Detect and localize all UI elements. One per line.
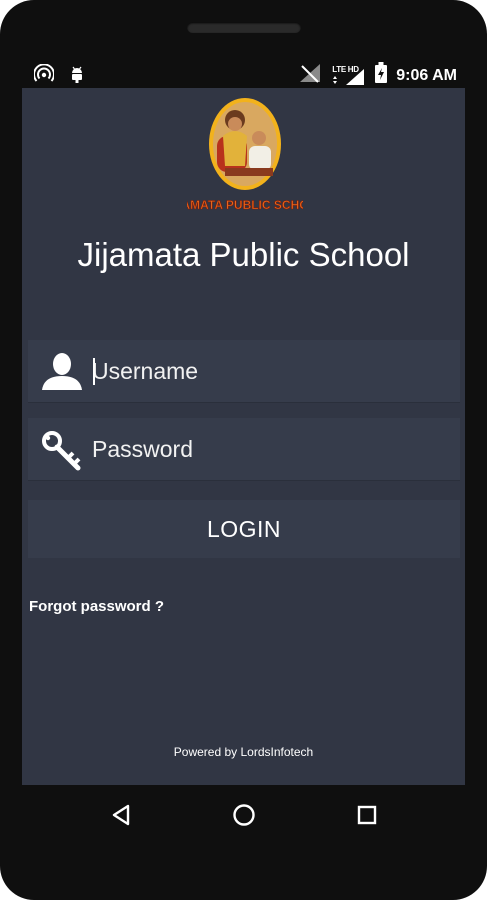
status-time: 9:06 AM bbox=[396, 66, 457, 84]
powered-by-text: Powered by LordsInfotech bbox=[173, 745, 314, 759]
phone-frame: LTE HD 9:06 AM MATA PUBLIC SCH Jijamata … bbox=[0, 0, 487, 900]
key-icon bbox=[40, 430, 84, 471]
login-button[interactable]: LOGIN bbox=[28, 500, 460, 558]
password-input[interactable] bbox=[92, 428, 442, 470]
logo-text: JIJAMATA PUBLIC SCHOOL bbox=[187, 198, 303, 212]
username-input[interactable] bbox=[92, 350, 442, 392]
username-field[interactable] bbox=[28, 340, 460, 402]
user-icon bbox=[40, 352, 84, 392]
forgot-password-link[interactable]: Forgot password ? bbox=[29, 598, 164, 615]
status-bar: LTE HD 9:06 AM bbox=[22, 58, 465, 88]
lte-signal-icon: LTE HD bbox=[332, 65, 366, 87]
page-title: Jijamata Public School bbox=[77, 236, 410, 273]
hotspot-icon bbox=[33, 63, 55, 89]
home-icon[interactable] bbox=[231, 802, 257, 828]
recents-icon[interactable] bbox=[354, 802, 380, 828]
text-cursor bbox=[93, 358, 95, 385]
navigation-bar bbox=[22, 785, 465, 845]
password-field[interactable] bbox=[28, 418, 460, 480]
battery-charging-icon bbox=[374, 62, 388, 89]
no-signal-icon bbox=[298, 62, 324, 89]
android-debug-icon bbox=[68, 64, 86, 89]
phone-speaker bbox=[187, 22, 301, 33]
back-icon[interactable] bbox=[108, 802, 134, 828]
school-logo: JIJAMATA PUBLIC SCHOOL bbox=[187, 98, 303, 212]
login-screen: JIJAMATA PUBLIC SCHOOL Jijamata Public S… bbox=[22, 88, 465, 785]
